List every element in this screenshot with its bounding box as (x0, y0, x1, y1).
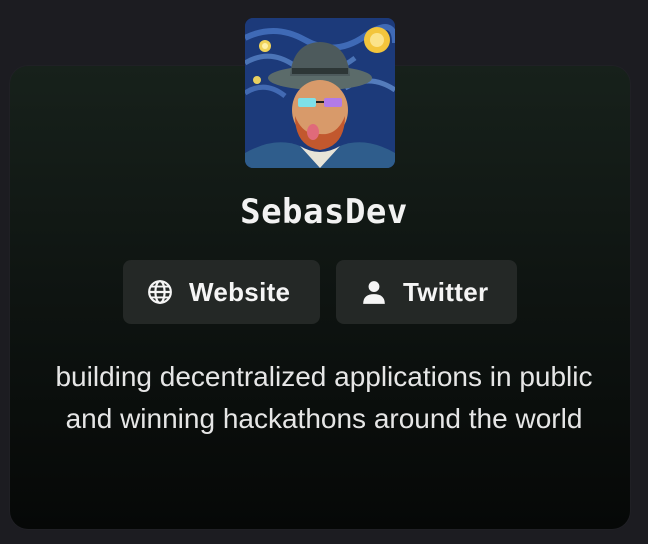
twitter-button-label: Twitter (403, 276, 489, 307)
website-button[interactable]: Website (123, 260, 320, 324)
globe-icon (147, 279, 173, 305)
website-button-label: Website (189, 276, 291, 307)
profile-name: SebasDev (240, 192, 408, 232)
profile-page: SebasDev Website Twitter building decent… (0, 0, 648, 544)
profile-bio: building decentralized applications in p… (55, 361, 593, 434)
user-icon (361, 279, 387, 305)
twitter-button[interactable]: Twitter (336, 260, 517, 324)
avatar-image (245, 18, 395, 168)
profile-links: Website Twitter (0, 260, 648, 324)
avatar (245, 18, 395, 168)
